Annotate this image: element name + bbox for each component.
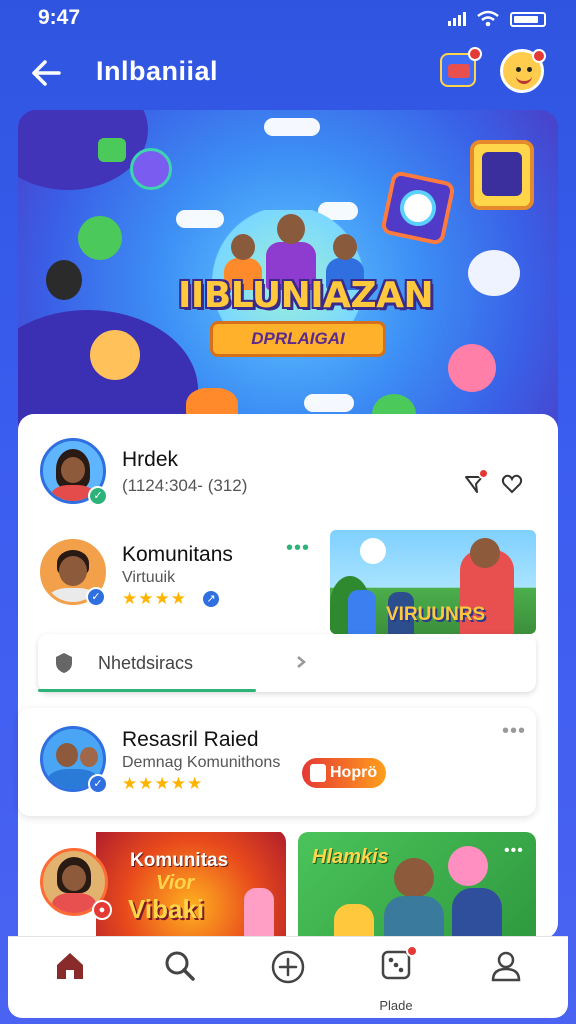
chevron-icon (297, 656, 306, 668)
avatar-mouth (516, 76, 532, 84)
banner-shape (18, 110, 148, 190)
event-card[interactable]: ✓ Resasril Raied Demnag Komunithons ★★★★… (18, 708, 536, 816)
wifi-icon (477, 10, 499, 27)
profile-icon (491, 951, 521, 982)
clock-illustration (380, 170, 456, 246)
back-button[interactable] (24, 51, 68, 95)
badge-icon: ✓ (86, 587, 106, 607)
person-head (470, 538, 500, 568)
cloud-shape (304, 394, 354, 412)
community-name: Komunitans (122, 543, 233, 566)
person-illustration (384, 896, 444, 938)
progress-bar (38, 689, 256, 692)
wallet-button[interactable] (440, 47, 482, 87)
person-illustration (348, 590, 376, 634)
battery-icon (510, 11, 546, 27)
banner-title: IIBLUNIAZAN (178, 275, 434, 316)
message-button[interactable] (458, 468, 490, 500)
bear-character (468, 250, 520, 296)
rating-stars: ★★★★★ (122, 774, 204, 793)
tile-line-3: Vibaki (128, 894, 205, 924)
cloud-shape (264, 118, 320, 136)
verified-badge-icon: ✓ (88, 486, 108, 506)
play-icon (310, 764, 326, 782)
bottom-nav: Plade (8, 936, 568, 1018)
monster-character (130, 148, 172, 190)
pig-character (448, 846, 488, 886)
nav-home[interactable] (40, 949, 100, 1009)
search-icon (165, 951, 195, 981)
notification-dot (468, 47, 482, 61)
home-icon (57, 953, 83, 979)
profile-detail: (1124:304- (312) (122, 476, 248, 495)
page-title: Inlbaniial (96, 56, 219, 86)
community-subtitle: Virtuuik (122, 569, 176, 586)
community-thumbnail[interactable]: VIRUUNRS (330, 530, 536, 634)
shield-icon (56, 653, 72, 673)
live-badge-icon: ● (92, 900, 112, 920)
nav-label: Plade (379, 998, 413, 1013)
search-bar[interactable]: Nhetdsiracs (38, 634, 536, 692)
avatar-icon (516, 67, 521, 72)
notification-dot (406, 945, 418, 957)
hero-banner[interactable]: IIBLUNIAZAN DPRLAIGAI (18, 110, 558, 430)
thumbnail-label: VIRUUNRS (386, 604, 486, 625)
sun-shape (360, 538, 386, 564)
cat-character (46, 260, 82, 300)
pin-icon: ↗ (201, 589, 221, 609)
more-icon[interactable]: ••• (504, 842, 524, 860)
rating-stars: ★★★★ (122, 589, 187, 608)
signal-icon (448, 12, 466, 26)
nav-search[interactable] (150, 949, 210, 1009)
person-illustration (334, 904, 374, 938)
avatar-eye (527, 67, 532, 72)
frog-character (78, 216, 122, 260)
pig-character (448, 344, 496, 392)
banner-subtitle: DPRLAIGAI (210, 321, 386, 357)
card-subtitle: Demnag Komunithons (122, 754, 281, 771)
more-icon[interactable]: ••• (286, 537, 310, 560)
more-icon[interactable]: ••• (502, 720, 526, 743)
like-button[interactable] (496, 468, 528, 500)
girl-illustration (244, 888, 274, 938)
profile-name: Hrdek (122, 448, 179, 471)
tile-komunitas[interactable]: ● Komunitas Vior Vibaki (18, 830, 286, 938)
chat-bubble-icon (98, 138, 126, 162)
nav-games[interactable]: Plade (366, 945, 426, 1013)
play-button[interactable]: Hoprö (302, 758, 386, 788)
person-illustration (452, 888, 502, 938)
status-time: 9:47 (38, 6, 81, 29)
board-illustration (470, 140, 534, 210)
tile-title: Hlamkis (312, 846, 389, 868)
tile-title: Komunitas (130, 850, 229, 871)
tile-line-2: Vior (156, 872, 195, 894)
profile-row[interactable]: ✓ Hrdek (1124:304- (312) (18, 418, 558, 518)
heart-icon (501, 474, 523, 494)
status-icons (448, 10, 546, 28)
person-head (394, 858, 434, 898)
search-placeholder: Nhetdsiracs (98, 653, 194, 673)
back-arrow-icon (32, 60, 61, 86)
play-button-label: Hoprö (330, 764, 378, 781)
home-indicator (212, 1012, 364, 1017)
nav-profile[interactable] (476, 949, 536, 1009)
card-title: Resasril Raied (122, 728, 259, 751)
avatar-notification-dot (532, 49, 546, 63)
add-icon (271, 950, 305, 984)
fox-character (90, 330, 140, 380)
app-header: Inlbaniial (0, 45, 576, 100)
status-bar: 9:47 (0, 0, 576, 38)
notification-dot (478, 468, 489, 479)
community-card[interactable]: Komunitans Virtuuik ★★★★ ✓ ↗ ••• (18, 525, 328, 630)
wallet-icon (448, 64, 470, 78)
tile-hlamkis[interactable]: Hlamkis ••• (298, 832, 536, 938)
verified-badge-icon: ✓ (88, 774, 108, 794)
nav-add[interactable] (258, 949, 318, 1009)
